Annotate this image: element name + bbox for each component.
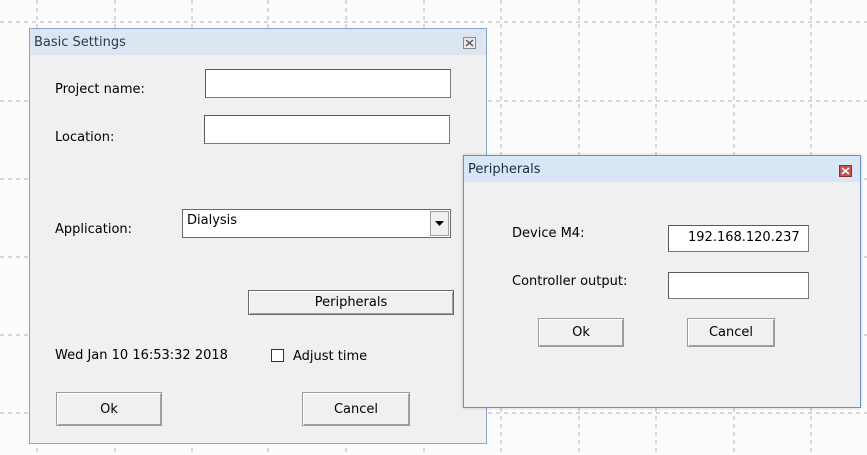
device-m4-input[interactable]: 192.168.120.237: [668, 225, 809, 252]
adjust-time-checkbox[interactable]: [271, 349, 284, 362]
peripherals-titlebar[interactable]: Peripherals: [464, 156, 860, 182]
device-m4-label: Device M4:: [512, 226, 585, 241]
basic-settings-close-icon[interactable]: [463, 37, 476, 49]
application-label: Application:: [55, 222, 133, 237]
peripherals-window: Peripherals Device M4: 192.168.120.237 C…: [463, 155, 861, 408]
application-dropdown-button[interactable]: [430, 211, 449, 236]
location-label: Location:: [55, 130, 115, 145]
device-m4-value: 192.168.120.237: [688, 230, 800, 245]
chevron-down-icon: [435, 221, 444, 226]
controller-output-input[interactable]: [668, 272, 809, 299]
project-name-label: Project name:: [55, 82, 145, 97]
basic-settings-window: Basic Settings Project name: Location: A…: [29, 28, 487, 444]
basic-settings-title: Basic Settings: [34, 34, 126, 50]
adjust-time-label: Adjust time: [293, 349, 368, 364]
peripherals-button[interactable]: Peripherals: [248, 290, 454, 315]
project-name-input[interactable]: [205, 69, 451, 98]
datetime-display: Wed Jan 10 16:53:32 2018: [55, 348, 228, 363]
basic-settings-titlebar[interactable]: Basic Settings: [30, 29, 486, 55]
basic-ok-button[interactable]: Ok: [56, 392, 162, 426]
peripherals-cancel-button[interactable]: Cancel: [687, 318, 775, 347]
application-select[interactable]: Dialysis: [182, 209, 451, 238]
controller-output-label: Controller output:: [512, 274, 628, 289]
location-input[interactable]: [204, 115, 450, 144]
basic-cancel-button[interactable]: Cancel: [302, 392, 410, 426]
application-selected-value: Dialysis: [187, 213, 238, 228]
peripherals-ok-button[interactable]: Ok: [538, 318, 624, 347]
peripherals-close-icon[interactable]: [839, 165, 852, 177]
peripherals-title: Peripherals: [468, 161, 541, 177]
